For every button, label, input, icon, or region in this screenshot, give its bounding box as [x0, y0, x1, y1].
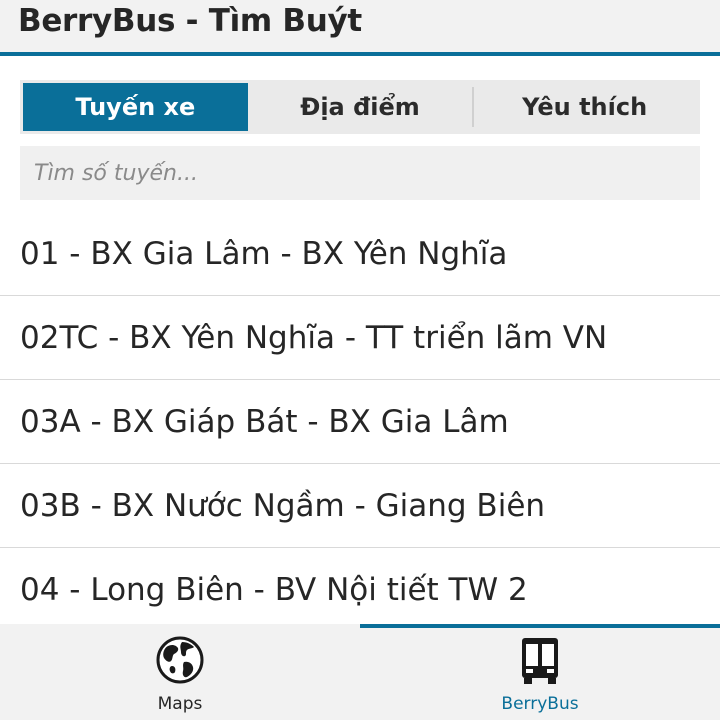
- bus-icon: [522, 638, 558, 684]
- segmented-control: Tuyến xe Địa điểm Yêu thích: [20, 80, 700, 134]
- bottom-tab-bar: Maps BerryBus: [0, 624, 720, 720]
- segment-routes[interactable]: Tuyến xe: [23, 83, 248, 131]
- tab-berrybus[interactable]: BerryBus: [360, 624, 720, 720]
- title-bar: BerryBus - Tìm Buýt: [0, 0, 720, 56]
- route-item[interactable]: 03A - BX Giáp Bát - BX Gia Lâm: [0, 380, 720, 464]
- tab-berrybus-label: BerryBus: [501, 694, 579, 714]
- route-list: 01 - BX Gia Lâm - BX Yên Nghĩa 02TC - BX…: [0, 212, 720, 632]
- route-item[interactable]: 02TC - BX Yên Nghĩa - TT triển lãm VN: [0, 296, 720, 380]
- tab-maps[interactable]: Maps: [0, 624, 360, 720]
- route-item[interactable]: 04 - Long Biên - BV Nội tiết TW 2: [0, 548, 720, 632]
- app-root: BerryBus - Tìm Buýt Tuyến xe Địa điểm Yê…: [0, 0, 720, 720]
- segment-places[interactable]: Địa điểm: [248, 83, 473, 131]
- route-search-input[interactable]: [20, 146, 700, 200]
- tab-maps-label: Maps: [157, 694, 203, 714]
- route-item[interactable]: 01 - BX Gia Lâm - BX Yên Nghĩa: [0, 212, 720, 296]
- route-item[interactable]: 03B - BX Nước Ngầm - Giang Biên: [0, 464, 720, 548]
- title-bar-accent-line: [0, 52, 720, 56]
- app-title: BerryBus - Tìm Buýt: [18, 3, 362, 39]
- tab-maps-accent: [0, 624, 360, 628]
- segment-favorites[interactable]: Yêu thích: [472, 83, 697, 131]
- tab-berrybus-accent: [360, 624, 720, 628]
- globe-icon: [156, 636, 204, 684]
